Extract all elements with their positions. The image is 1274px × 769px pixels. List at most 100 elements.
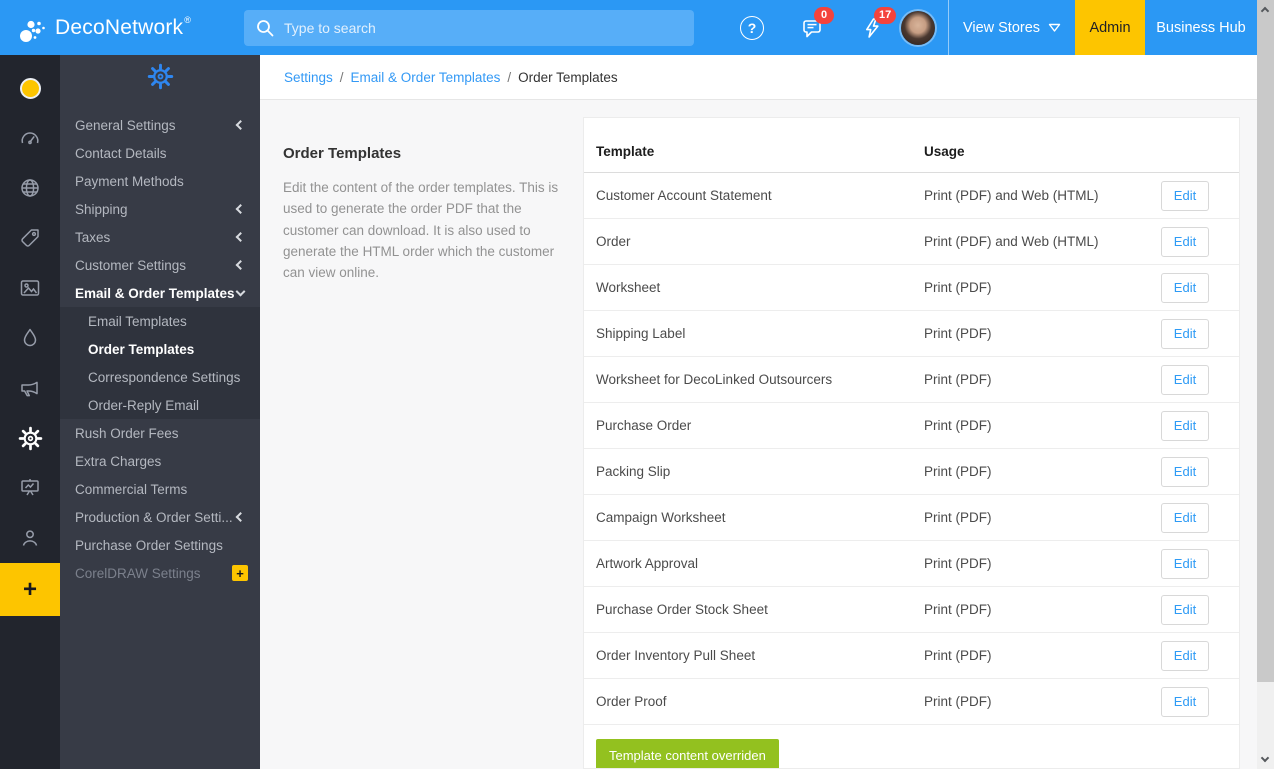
sidebar-item-label: Correspondence Settings	[88, 369, 241, 385]
business-hub-label: Business Hub	[1156, 19, 1246, 36]
sidebar-menu-item[interactable]: Contact Details +	[60, 139, 260, 167]
sidebar-item-label: Order-Reply Email	[88, 397, 200, 413]
chevron-icon	[235, 260, 246, 270]
template-usage: Print (PDF)	[924, 326, 992, 341]
deconetwork-flower-icon	[20, 20, 45, 42]
add-button[interactable]: +	[0, 563, 60, 616]
help-button[interactable]: ?	[739, 15, 765, 41]
rail-item-store[interactable]	[0, 63, 60, 113]
sidebar-menu-item[interactable]: General Settings +	[60, 111, 260, 139]
breadcrumb-bar: Settings / Email & Order Templates / Ord…	[260, 55, 1257, 100]
edit-button[interactable]: Edit	[1161, 548, 1209, 579]
sidebar-menu-item[interactable]: Order Templates +	[60, 335, 260, 363]
edit-button[interactable]: Edit	[1161, 594, 1209, 625]
registered-mark: ®	[184, 14, 191, 25]
template-name: Order	[596, 234, 631, 249]
plus-icon: +	[22, 575, 37, 603]
plus-badge-icon[interactable]: +	[232, 565, 248, 581]
edit-button[interactable]: Edit	[1161, 318, 1209, 349]
dashboard-gauge-icon	[21, 132, 39, 145]
template-name: Purchase Order	[596, 418, 692, 433]
search-input[interactable]	[244, 9, 694, 46]
table-row: Artwork Approval Print (PDF) Edit	[584, 541, 1239, 587]
main-content: Settings / Email & Order Templates / Ord…	[260, 55, 1257, 769]
scrollbar-thumb[interactable]	[1257, 0, 1274, 682]
template-usage: Print (PDF)	[924, 372, 992, 387]
table-row: Customer Account Statement Print (PDF) a…	[584, 173, 1239, 219]
template-usage: Print (PDF)	[924, 464, 992, 479]
rail-item-marketing[interactable]	[0, 363, 60, 413]
deconetwork-logo[interactable]: DecoNetwork ®	[0, 11, 244, 45]
sidebar-menu-item[interactable]: Email & Order Templates +	[60, 279, 260, 307]
sidebar-item-label: Purchase Order Settings	[75, 537, 223, 553]
rail-item-customers[interactable]	[0, 513, 60, 563]
user-avatar[interactable]	[901, 10, 935, 45]
template-name: Campaign Worksheet	[596, 510, 726, 525]
messages-button[interactable]: 0	[799, 6, 834, 41]
info-panel: Order Templates Edit the content of the …	[283, 145, 575, 284]
edit-button[interactable]: Edit	[1161, 410, 1209, 441]
brand-name: DecoNetwork	[55, 15, 184, 39]
presentation-board-icon	[21, 479, 39, 496]
tab-business-hub[interactable]: Business Hub	[1145, 0, 1257, 55]
edit-button[interactable]: Edit	[1161, 456, 1209, 487]
sidebar-menu-item[interactable]: Correspondence Settings +	[60, 363, 260, 391]
page-description: Edit the content of the order templates.…	[283, 180, 559, 281]
edit-button[interactable]: Edit	[1161, 226, 1209, 257]
rail-item-dashboard[interactable]	[0, 113, 60, 163]
breadcrumb-label[interactable]: Order Templates	[518, 70, 618, 85]
edit-button[interactable]: Edit	[1161, 364, 1209, 395]
rail-item-ink[interactable]	[0, 313, 60, 363]
settings-gear-button[interactable]	[60, 63, 260, 90]
rail-item-pricing[interactable]	[0, 213, 60, 263]
sidebar-menu-item[interactable]: Production & Order Setti... +	[60, 503, 260, 531]
rail-item-websites[interactable]	[0, 163, 60, 213]
sidebar-menu-item[interactable]: Rush Order Fees +	[60, 419, 260, 447]
edit-button[interactable]: Edit	[1161, 272, 1209, 303]
sidebar-menu-item[interactable]: Commercial Terms +	[60, 475, 260, 503]
template-name: Order Proof	[596, 694, 667, 709]
global-search	[244, 9, 694, 46]
breadcrumb: Settings / Email & Order Templates / Ord…	[284, 70, 618, 85]
breadcrumb-label[interactable]: Settings	[284, 70, 333, 85]
sidebar-menu-item[interactable]: CorelDRAW Settings +	[60, 559, 260, 587]
rail-item-production[interactable]	[0, 463, 60, 513]
templates-table: Customer Account Statement Print (PDF) a…	[584, 173, 1239, 725]
breadcrumb-separator: /	[507, 69, 512, 85]
override-legend-badge: Template content overriden	[596, 739, 779, 768]
sidebar-menu-item[interactable]: Customer Settings +	[60, 251, 260, 279]
table-row: Order Proof Print (PDF) Edit	[584, 679, 1239, 725]
notifications-button[interactable]: 17	[859, 6, 897, 41]
sidebar-item-label: Order Templates	[88, 341, 195, 357]
table-row: Shipping Label Print (PDF) Edit	[584, 311, 1239, 357]
table-row: Purchase Order Print (PDF) Edit	[584, 403, 1239, 449]
chevron-icon	[235, 512, 246, 522]
chevron-icon	[235, 120, 246, 130]
tab-admin[interactable]: Admin	[1075, 0, 1145, 55]
edit-button[interactable]: Edit	[1161, 686, 1209, 717]
rail-item-settings[interactable]	[0, 413, 60, 463]
sidebar-menu-item[interactable]: Order-Reply Email +	[60, 391, 260, 419]
sidebar-menu-item[interactable]: Email Templates +	[60, 307, 260, 335]
admin-label: Admin	[1089, 19, 1131, 36]
scroll-down-arrow-icon[interactable]	[1260, 753, 1270, 763]
sidebar-item-label: Commercial Terms	[75, 481, 188, 497]
gear-icon	[147, 63, 173, 90]
view-stores-dropdown[interactable]: View Stores	[949, 0, 1075, 55]
breadcrumb-label[interactable]: Email & Order Templates	[351, 70, 501, 85]
sidebar-menu-item[interactable]: Payment Methods +	[60, 167, 260, 195]
sidebar-menu-item[interactable]: Extra Charges +	[60, 447, 260, 475]
sidebar-menu-item[interactable]: Shipping +	[60, 195, 260, 223]
sidebar-item-label: Rush Order Fees	[75, 425, 179, 441]
chevron-icon	[235, 204, 246, 214]
vertical-scrollbar[interactable]	[1257, 0, 1274, 769]
edit-button[interactable]: Edit	[1161, 180, 1209, 211]
sidebar-menu-item[interactable]: Purchase Order Settings +	[60, 531, 260, 559]
template-name: Packing Slip	[596, 464, 671, 479]
edit-button[interactable]: Edit	[1161, 640, 1209, 671]
sidebar-menu-item[interactable]: Taxes +	[60, 223, 260, 251]
edit-button[interactable]: Edit	[1161, 502, 1209, 533]
sidebar-item-label: Contact Details	[75, 145, 167, 161]
rail-item-media[interactable]	[0, 263, 60, 313]
template-name: Purchase Order Stock Sheet	[596, 602, 768, 617]
